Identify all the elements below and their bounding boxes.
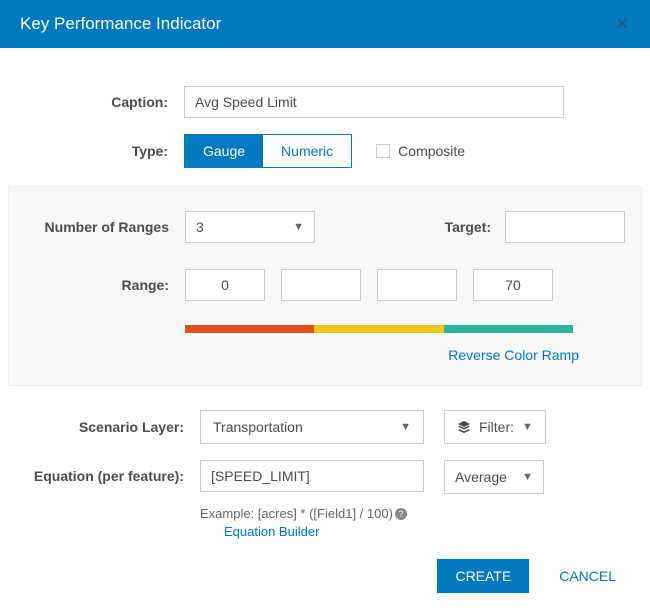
- reverse-ramp-link[interactable]: Reverse Color Ramp: [9, 347, 579, 363]
- range-label: Range:: [25, 277, 185, 293]
- caption-row: Caption:: [0, 78, 650, 126]
- caption-input[interactable]: [184, 86, 564, 118]
- type-numeric-button[interactable]: Numeric: [263, 135, 351, 167]
- type-row: Type: Gauge Numeric Composite: [0, 126, 650, 176]
- equation-label: Equation (per feature):: [24, 460, 200, 484]
- help-icon[interactable]: ?: [395, 508, 407, 520]
- type-label: Type:: [24, 143, 184, 159]
- range-panel: Number of Ranges 3 ▼ Target: Range:: [8, 186, 642, 386]
- equation-example: Example: [acres] * ([Field1] / 100)?: [200, 502, 650, 521]
- dialog-header: Key Performance Indicator ✕: [0, 0, 650, 48]
- layers-icon: [457, 420, 471, 434]
- close-icon[interactable]: ✕: [615, 15, 630, 33]
- target-label: Target:: [445, 219, 491, 235]
- composite-wrap: Composite: [376, 143, 465, 159]
- scenario-layer-select[interactable]: Transportation ▼: [200, 410, 424, 444]
- target-wrap: Target:: [445, 211, 625, 243]
- num-ranges-value: 3: [196, 219, 204, 235]
- ramp-segment-2: [314, 325, 443, 333]
- dialog-body: Caption: Type: Gauge Numeric Composite N…: [0, 48, 650, 541]
- scenario-label: Scenario Layer:: [24, 419, 200, 435]
- type-toggle: Gauge Numeric: [184, 134, 352, 168]
- create-button[interactable]: CREATE: [437, 559, 529, 593]
- ramp-segment-3: [444, 325, 573, 333]
- ramp-segment-1: [185, 325, 314, 333]
- caption-label: Caption:: [24, 94, 184, 110]
- chevron-down-icon: ▼: [522, 421, 533, 433]
- color-ramp: [185, 325, 573, 333]
- composite-checkbox[interactable]: [376, 144, 390, 158]
- filter-button[interactable]: Filter: ▼: [444, 410, 546, 444]
- chevron-down-icon: ▼: [522, 471, 533, 483]
- scenario-row: Scenario Layer: Transportation ▼ Filter:…: [0, 402, 650, 452]
- filter-label: Filter:: [479, 419, 514, 435]
- aggregation-select[interactable]: Average ▼: [444, 460, 544, 494]
- scenario-layer-value: Transportation: [213, 419, 303, 435]
- dialog-title: Key Performance Indicator: [20, 14, 221, 34]
- num-ranges-select[interactable]: 3 ▼: [185, 211, 315, 243]
- type-gauge-button[interactable]: Gauge: [185, 135, 263, 167]
- num-ranges-label: Number of Ranges: [25, 219, 185, 235]
- cancel-button[interactable]: CANCEL: [553, 567, 622, 585]
- equation-row: Equation (per feature): Average ▼: [0, 452, 650, 502]
- target-input[interactable]: [505, 211, 625, 243]
- num-ranges-row: Number of Ranges 3 ▼ Target:: [9, 203, 641, 251]
- aggregation-value: Average: [455, 469, 507, 485]
- equation-input[interactable]: [200, 460, 424, 492]
- dialog-footer: CREATE CANCEL: [437, 559, 622, 593]
- range-input-3[interactable]: [473, 269, 553, 301]
- composite-label: Composite: [398, 143, 465, 159]
- chevron-down-icon: ▼: [400, 421, 411, 433]
- chevron-down-icon: ▼: [293, 221, 304, 233]
- range-input-1[interactable]: [281, 269, 361, 301]
- range-row: Range:: [9, 261, 641, 309]
- range-input-0[interactable]: [185, 269, 265, 301]
- equation-builder-link[interactable]: Equation Builder: [224, 524, 319, 539]
- range-input-2[interactable]: [377, 269, 457, 301]
